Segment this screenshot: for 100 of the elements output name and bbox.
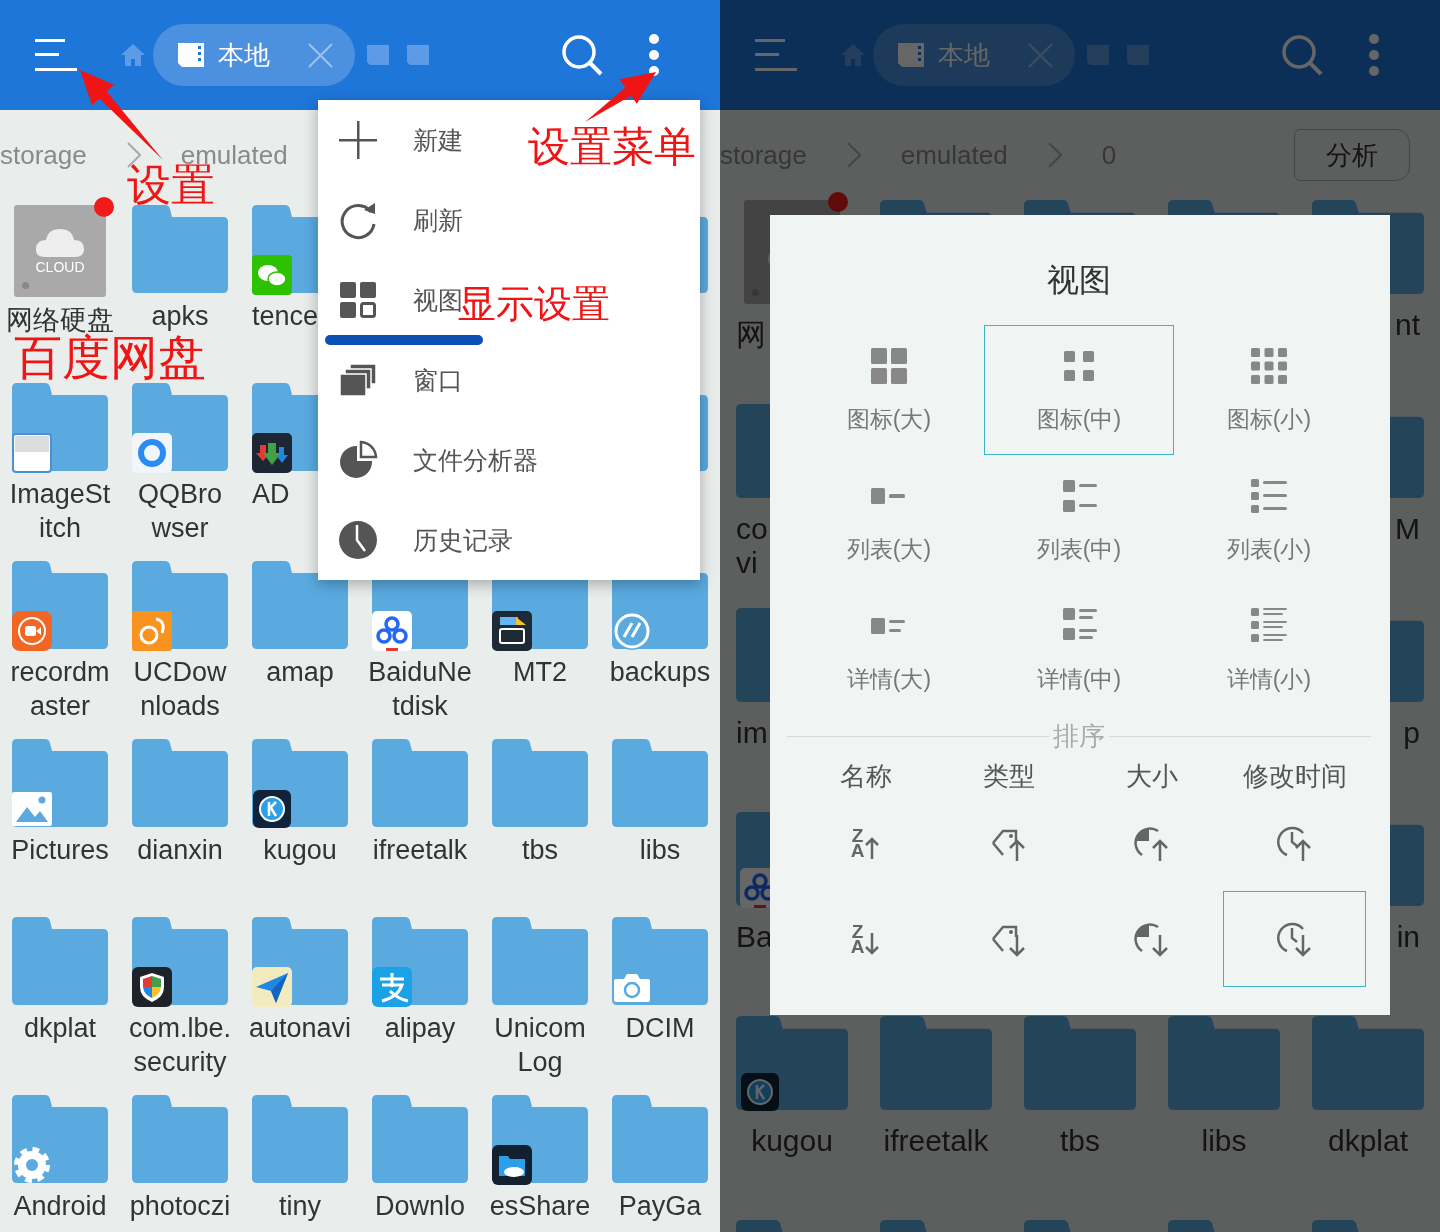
storage-tab[interactable]: 本地 — [153, 24, 355, 86]
sort-heading: 名称 — [838, 760, 893, 794]
annotation-text: 设置 — [127, 163, 215, 207]
small-grid-icon — [1249, 345, 1289, 386]
close-icon[interactable] — [1028, 42, 1053, 68]
plus-icon — [338, 120, 378, 160]
circle-logo-icon — [740, 1072, 780, 1112]
app-icon — [492, 611, 532, 651]
image-icon — [12, 789, 52, 829]
sd-card-icon — [176, 43, 206, 67]
annotation-arrow — [585, 72, 656, 122]
menu-icon[interactable] — [35, 38, 77, 72]
circle-logo-icon — [612, 611, 652, 651]
file-name: nt — [1394, 308, 1420, 342]
shield-icon — [132, 967, 172, 1007]
sort-option[interactable]: Z A — [794, 891, 937, 987]
file-name: im — [736, 716, 768, 750]
paper-plane-icon — [252, 967, 292, 1007]
file-name: libs — [1200, 1124, 1248, 1158]
tile-label: CLOUD — [35, 259, 85, 275]
menu-item[interactable]: 历史记录 — [318, 500, 700, 580]
file-name: Ba — [736, 920, 773, 954]
file-name: UCDow nloads — [132, 656, 228, 723]
file-name: dkplat — [22, 1012, 98, 1045]
file-name: Android — [12, 1190, 108, 1223]
file-name: esShare — [488, 1190, 592, 1223]
file-name: recordm aster — [9, 656, 111, 723]
sort-option[interactable]: Z A — [794, 795, 937, 891]
file-name: Pictures — [10, 834, 110, 867]
view-option[interactable]: 详情(小) — [1174, 585, 1364, 715]
file-name: backups — [608, 656, 712, 689]
folder-cloud-icon — [492, 1145, 532, 1185]
menu-item[interactable]: 窗口 — [318, 340, 700, 420]
grid-icon — [338, 280, 378, 320]
file-name: amap — [265, 656, 335, 689]
file-name: 网 — [736, 318, 766, 352]
file-name: QQBro wser — [137, 478, 223, 545]
file-name: dkplat — [1326, 1124, 1410, 1158]
view-option[interactable]: 列表(中) — [984, 455, 1174, 585]
file-name: Unicom Log — [493, 1012, 587, 1079]
ring-icon — [132, 433, 172, 473]
home-icon[interactable] — [840, 43, 866, 67]
file-name: co vi — [736, 512, 768, 580]
file-name: kugou — [750, 1124, 834, 1158]
file-name: BaiduNe tdisk — [367, 656, 473, 723]
view-option[interactable]: 图标(中) — [984, 325, 1174, 455]
home-icon[interactable] — [120, 43, 146, 67]
file-name: Downlo — [373, 1190, 466, 1223]
sd-card-icon[interactable] — [1085, 45, 1111, 65]
file-name: MT2 — [512, 656, 568, 689]
sd-card-icon — [896, 43, 926, 67]
menu-icon[interactable] — [755, 38, 797, 72]
file-name: DCIM — [624, 1012, 696, 1045]
file-name: tbs — [1059, 1124, 1101, 1158]
file-name: ifreetalk — [882, 1124, 990, 1158]
search-icon[interactable] — [1281, 34, 1323, 76]
app-icon — [132, 611, 172, 651]
chevron-icon — [1047, 142, 1062, 168]
view-option[interactable]: 图标(大) — [794, 325, 984, 455]
sd-card-icon[interactable] — [1125, 45, 1151, 65]
file-name: photoczi — [128, 1190, 232, 1223]
view-option[interactable]: 列表(小) — [1174, 455, 1364, 585]
close-icon[interactable] — [308, 42, 333, 68]
cloud-drive-tile[interactable]: CLOUD — [14, 205, 106, 297]
sort-heading: 类型 — [981, 760, 1036, 794]
file-name: PayGa — [617, 1190, 703, 1223]
rings-icon — [372, 611, 412, 651]
sort-option[interactable] — [1223, 891, 1366, 987]
annotation-text: 百度网盘 — [14, 334, 206, 382]
file-name: apks — [150, 300, 210, 333]
view-option[interactable]: 图标(小) — [1174, 325, 1364, 455]
section-label: 排序 — [1053, 720, 1105, 754]
file-name: dianxin — [136, 834, 224, 867]
file-name: ImageSt itch — [8, 478, 112, 545]
search-icon[interactable] — [561, 34, 603, 76]
more-icon[interactable] — [1368, 34, 1380, 76]
chevron-icon — [846, 142, 861, 168]
sort-heading: 修改时间 — [1241, 760, 1348, 794]
breadcrumb-item[interactable]: storage — [0, 139, 87, 171]
view-option[interactable]: 详情(大) — [794, 585, 984, 715]
video-record-icon — [12, 611, 52, 651]
menu-item[interactable]: 刷新 — [318, 180, 700, 260]
circle-logo-icon — [252, 789, 292, 829]
more-icon[interactable] — [648, 34, 660, 76]
file-name: tbs — [521, 834, 559, 867]
gear-icon — [12, 1145, 52, 1185]
file-name: com.lbe. security — [127, 1012, 232, 1079]
analyze-button[interactable]: 分析 — [1294, 129, 1410, 181]
view-option[interactable]: 列表(大) — [794, 455, 984, 585]
file-name: libs — [638, 834, 682, 867]
annotation-text: 设置菜单 — [528, 126, 696, 168]
sort-heading: 大小 — [1124, 760, 1179, 794]
file-name: kugou — [262, 834, 338, 867]
view-option[interactable]: 详情(中) — [984, 585, 1174, 715]
file-name: tence — [252, 300, 319, 333]
sd-card-icon[interactable] — [365, 45, 391, 65]
file-name: in — [1396, 920, 1420, 954]
file-name: alipay — [383, 1012, 457, 1045]
menu-item[interactable]: 文件分析器 — [318, 420, 700, 500]
sd-card-icon[interactable] — [405, 45, 431, 65]
